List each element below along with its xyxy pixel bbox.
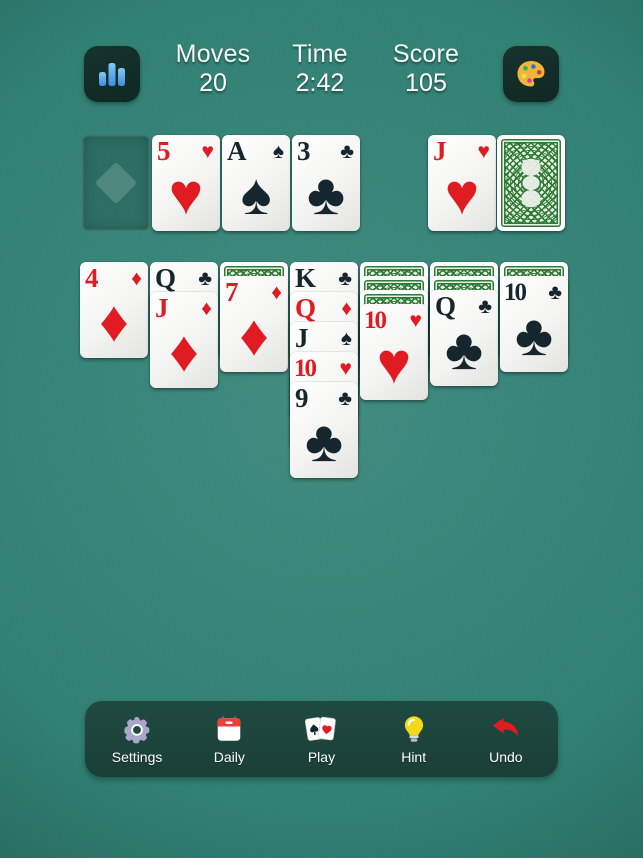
- card-rank: 4: [85, 262, 98, 293]
- card-suit-small: ♣: [340, 139, 354, 163]
- tableau-card[interactable]: 9 ♣ ♣: [290, 382, 358, 478]
- card-rank: J: [155, 292, 168, 323]
- tableau-card[interactable]: 7 ♦ ♦: [220, 276, 288, 372]
- card-rank: 3: [297, 135, 310, 166]
- card-suit-large: ♦: [99, 289, 129, 354]
- undo-label: Undo: [489, 749, 523, 765]
- card-rank: 5: [157, 135, 170, 166]
- card-suit-large: ♦: [239, 303, 269, 368]
- solitaire-game-screen: Moves 20 Time 2:42 Score 105 5 ♥ ♥ A ♠ ♠…: [0, 0, 643, 858]
- waste-pile-card[interactable]: J ♥ ♥: [428, 135, 496, 231]
- bottom-toolbar: Settings Daily Play Hint Undo: [85, 701, 558, 777]
- card-rank: Q: [155, 262, 176, 293]
- card-suit-small: ♣: [338, 266, 352, 290]
- card-suit-small: ♠: [272, 139, 284, 163]
- tableau-card[interactable]: 10 ♣ ♣: [500, 276, 568, 372]
- undo-arrow-icon: [490, 713, 522, 745]
- foundation-card-hearts[interactable]: 5 ♥ ♥: [152, 135, 220, 231]
- play-label: Play: [307, 749, 336, 765]
- settings-button[interactable]: Settings: [95, 708, 179, 770]
- undo-button[interactable]: Undo: [464, 708, 548, 770]
- bar-chart-icon: [99, 63, 125, 86]
- card-suit-small: ♥: [339, 356, 352, 380]
- lightbulb-icon: [400, 713, 428, 745]
- card-suit-large: ♣: [514, 303, 554, 368]
- card-suit-large: ♥: [376, 331, 412, 396]
- tableau-card[interactable]: 4 ♦ ♦: [80, 262, 148, 358]
- foundation-card-clubs[interactable]: 3 ♣ ♣: [292, 135, 360, 231]
- card-suit-small: ♥: [477, 139, 490, 163]
- card-suit-small: ♣: [478, 294, 492, 318]
- palette-icon: [517, 61, 545, 87]
- card-suit-large: ♣: [306, 162, 346, 227]
- gear-icon: [122, 713, 152, 745]
- card-back-pattern: [501, 139, 561, 227]
- card-suit-small: ♥: [201, 139, 214, 163]
- card-suit-small: ♣: [198, 266, 212, 290]
- card-rank: Q: [435, 290, 456, 321]
- foundation-card-spades[interactable]: A ♠ ♠: [222, 135, 290, 231]
- card-suit-small: ♥: [409, 308, 422, 332]
- card-suit-small: ♦: [131, 266, 142, 290]
- card-suit-small: ♣: [338, 386, 352, 410]
- card-suit-large: ♥: [168, 162, 204, 227]
- card-rank: J: [295, 322, 308, 353]
- card-suit-large: ♥: [444, 162, 480, 227]
- foundation-slot-diamonds[interactable]: [82, 135, 150, 231]
- stock-pile[interactable]: [497, 135, 565, 231]
- card-suit-large: ♣: [444, 317, 484, 382]
- stats-button[interactable]: [84, 46, 140, 102]
- card-suit-small: ♦: [201, 296, 212, 320]
- calendar-icon: [214, 713, 244, 745]
- hint-label: Hint: [401, 749, 427, 765]
- card-suit-small: ♠: [340, 326, 352, 350]
- settings-label: Settings: [111, 749, 163, 765]
- card-suit-small: ♣: [548, 280, 562, 304]
- tableau-card[interactable]: 10 ♥ ♥: [360, 304, 428, 400]
- card-suit-small: ♦: [341, 296, 352, 320]
- theme-button[interactable]: [503, 46, 559, 102]
- score-value: 105: [405, 69, 447, 97]
- diamond-slot-icon: [94, 161, 138, 205]
- cards-icon: [304, 713, 338, 745]
- card-suit-large: ♦: [169, 319, 199, 384]
- hint-button[interactable]: Hint: [372, 708, 456, 770]
- card-suit-small: ♦: [271, 280, 282, 304]
- score-stat: Score 105: [361, 40, 491, 98]
- card-rank: 10: [364, 306, 387, 334]
- card-rank: K: [295, 262, 316, 293]
- card-rank: 10: [504, 278, 527, 306]
- score-label: Score: [392, 40, 460, 68]
- card-rank: 9: [295, 382, 308, 413]
- card-suit-large: ♠: [240, 162, 272, 227]
- card-rank: 10: [294, 354, 317, 382]
- card-rank: A: [227, 135, 246, 166]
- card-rank: J: [433, 135, 446, 166]
- daily-button[interactable]: Daily: [187, 708, 271, 770]
- play-button[interactable]: Play: [279, 708, 363, 770]
- tableau-card[interactable]: J ♦ ♦: [150, 292, 218, 388]
- top-status-bar: Moves 20 Time 2:42 Score 105: [0, 40, 643, 104]
- daily-label: Daily: [213, 749, 245, 765]
- card-rank: 7: [225, 276, 238, 307]
- tableau-card[interactable]: Q ♣ ♣: [430, 290, 498, 386]
- card-rank: Q: [295, 292, 316, 323]
- card-suit-large: ♣: [304, 409, 344, 474]
- card-back-medallion: [514, 155, 548, 211]
